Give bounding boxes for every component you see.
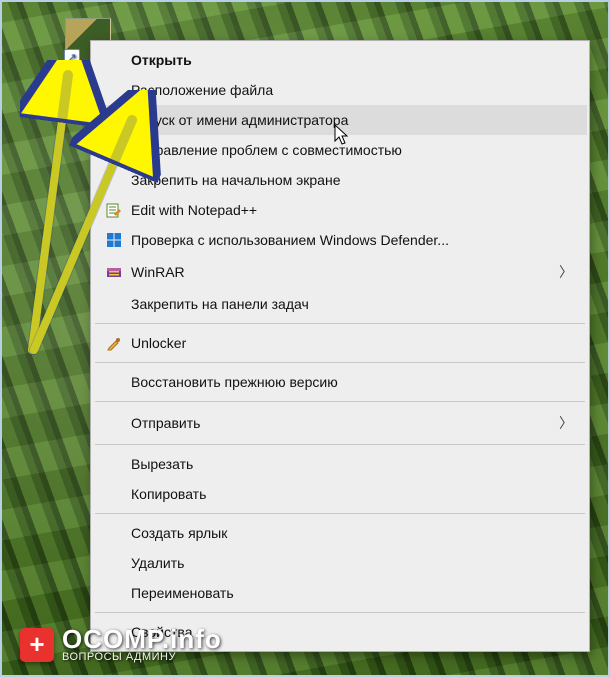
menu-run-as-admin[interactable]: Запуск от имени администратора	[93, 105, 587, 135]
menu-create-shortcut[interactable]: Создать ярлык	[93, 518, 587, 548]
watermark-title: OCOMP.info	[62, 626, 222, 652]
watermark-subtitle: ВОПРОСЫ АДМИНУ	[62, 652, 222, 663]
menu-separator	[95, 612, 585, 613]
menu-unlocker[interactable]: Unlocker	[93, 328, 587, 358]
menu-compat-troubleshoot[interactable]: Исправление проблем с совместимостью	[93, 135, 587, 165]
chevron-right-icon: 〉	[559, 413, 573, 433]
context-menu: Открыть Расположение файла Запуск от име…	[90, 40, 590, 652]
menu-pin-start[interactable]: Закрепить на начальном экране	[93, 165, 587, 195]
menu-separator	[95, 444, 585, 445]
menu-separator	[95, 513, 585, 514]
menu-cut[interactable]: Вырезать	[93, 449, 587, 479]
menu-open[interactable]: Открыть	[93, 45, 587, 75]
menu-copy[interactable]: Копировать	[93, 479, 587, 509]
unlocker-icon	[103, 335, 125, 351]
menu-separator	[95, 401, 585, 402]
menu-delete[interactable]: Удалить	[93, 548, 587, 578]
chevron-right-icon: 〉	[559, 262, 573, 282]
notepadpp-icon	[103, 202, 125, 218]
defender-icon	[103, 232, 125, 248]
watermark-plus-icon: +	[20, 628, 54, 662]
menu-edit-notepadpp[interactable]: Edit with Notepad++	[93, 195, 587, 225]
menu-file-location[interactable]: Расположение файла	[93, 75, 587, 105]
shield-icon	[103, 112, 125, 128]
winrar-icon	[103, 264, 125, 280]
menu-rename[interactable]: Переименовать	[93, 578, 587, 608]
menu-separator	[95, 323, 585, 324]
menu-pin-taskbar[interactable]: Закрепить на панели задач	[93, 289, 587, 319]
menu-separator	[95, 362, 585, 363]
menu-restore-previous[interactable]: Восстановить прежнюю версию	[93, 367, 587, 397]
shortcut-arrow-icon: ↗	[64, 49, 80, 65]
menu-defender-scan[interactable]: Проверка с использованием Windows Defend…	[93, 225, 587, 255]
menu-winrar[interactable]: WinRAR 〉	[93, 255, 587, 289]
menu-send-to[interactable]: Отправить 〉	[93, 406, 587, 440]
watermark: + OCOMP.info ВОПРОСЫ АДМИНУ	[20, 626, 222, 663]
